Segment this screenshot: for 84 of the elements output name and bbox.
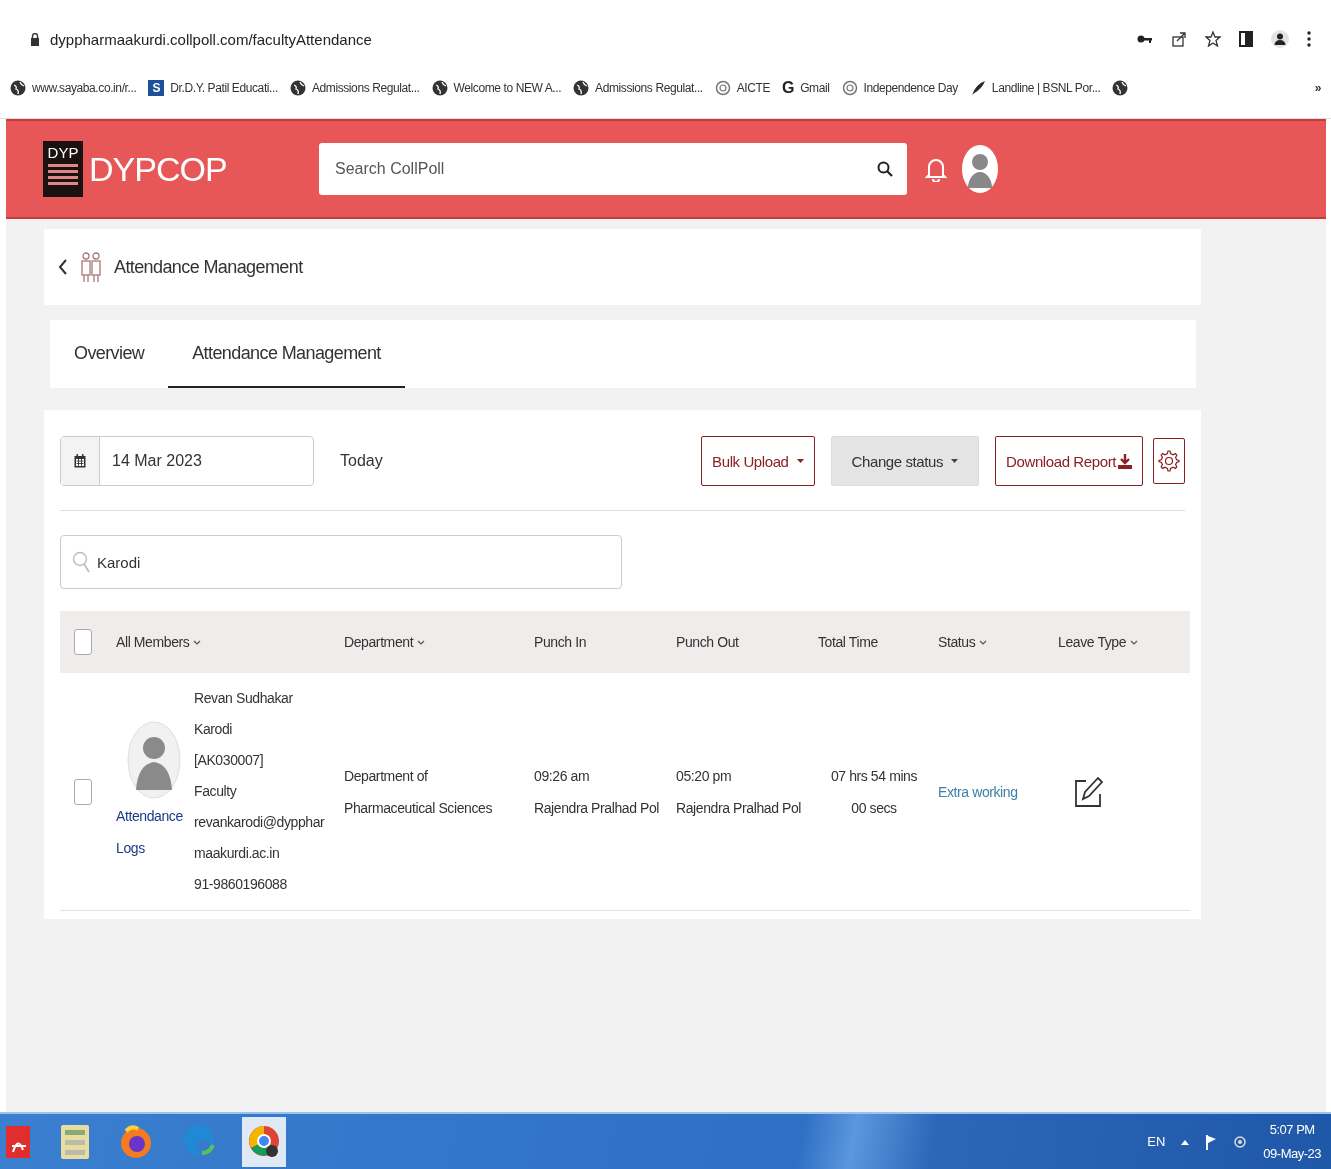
- table-cell-text: Rajendra Pralhad Pol: [676, 798, 803, 818]
- back-chevron-icon[interactable]: [58, 258, 68, 276]
- star-icon[interactable]: [1205, 31, 1221, 47]
- avatar-icon[interactable]: [961, 144, 999, 194]
- table-cell-text: 09:26 am: [534, 766, 591, 786]
- download-icon: [1118, 453, 1132, 469]
- today-label[interactable]: Today: [340, 452, 383, 470]
- emblem-icon[interactable]: [714, 80, 731, 96]
- chevron-down-icon: [1130, 638, 1139, 646]
- column-header: Total Time: [818, 634, 878, 650]
- column-header: Punch In: [534, 634, 587, 650]
- document-app-icon[interactable]: [4, 1123, 32, 1160]
- bookmark-link[interactable]: www.sayaba.co.in/r...: [32, 81, 137, 95]
- more-bookmarks-button[interactable]: »: [1314, 81, 1321, 95]
- key-icon[interactable]: [1137, 34, 1153, 44]
- edit-icon[interactable]: [1074, 775, 1104, 808]
- select-all-checkbox[interactable]: [74, 629, 92, 655]
- row-checkbox[interactable]: [74, 778, 92, 805]
- settings-icon: [1158, 450, 1180, 472]
- search-field[interactable]: Karodi: [60, 535, 622, 589]
- letter-badge-icon[interactable]: S: [148, 80, 165, 96]
- action-button[interactable]: Change status: [830, 436, 980, 486]
- table-cell-text: Department of Pharmaceutical Sciences: [344, 766, 493, 818]
- bookmark-link[interactable]: Independence Day: [863, 81, 958, 95]
- college-logo: DYP: [43, 141, 83, 197]
- bookmark-link[interactable]: Dr.D.Y. Patil Educati...: [170, 81, 278, 95]
- clock[interactable]: 5:07 PM 09-May-23: [1263, 1117, 1321, 1166]
- side-panel-icon[interactable]: [1239, 31, 1253, 47]
- tab[interactable]: Attendance Management: [168, 320, 405, 388]
- bookmark-link[interactable]: Landline | BSNL Por...: [991, 81, 1101, 95]
- settings-button[interactable]: [1153, 438, 1185, 484]
- letter-icon[interactable]: G: [782, 79, 795, 97]
- search-icon: [72, 551, 90, 573]
- feather-icon[interactable]: [969, 80, 986, 96]
- action-button[interactable]: Download Report: [995, 436, 1143, 486]
- caret-icon: [796, 458, 804, 464]
- attendance-logs-link[interactable]: Attendance Logs: [116, 799, 192, 864]
- search-icon[interactable]: [877, 161, 893, 177]
- member-details: Revan Sudhakar Karodi [AK030007] Faculty revankarodi@dyppharmaakurdi.ac.in 91-9860196088: [194, 689, 326, 894]
- chevron-down-icon: [979, 638, 988, 646]
- globe-icon[interactable]: [1112, 80, 1129, 96]
- bell-icon[interactable]: [925, 156, 947, 182]
- bookmark-link[interactable]: Admissions Regulat...: [595, 81, 703, 95]
- emblem-icon[interactable]: [841, 80, 858, 96]
- bookmark-link[interactable]: AICTE: [736, 81, 771, 95]
- page-title: Attendance Management: [114, 256, 303, 278]
- up-arrow-icon[interactable]: [1181, 1138, 1190, 1145]
- chevron-down-icon: [193, 638, 202, 646]
- globe-icon[interactable]: [10, 80, 26, 96]
- date-field[interactable]: 14 Mar 2023: [60, 436, 314, 486]
- attendance-icon: [78, 251, 104, 283]
- table-cell-text: 07 hrs 54 mins 00 secs: [829, 766, 919, 818]
- globe-icon[interactable]: [573, 80, 590, 96]
- column-header[interactable]: Leave Type: [1058, 634, 1139, 650]
- share-icon[interactable]: [1171, 31, 1187, 47]
- column-header: Punch Out: [676, 634, 739, 650]
- more-options-icon[interactable]: [1307, 31, 1311, 47]
- search-bar[interactable]: Search CollPoll: [319, 143, 907, 195]
- profile-icon[interactable]: [1271, 30, 1289, 48]
- bookmark-link[interactable]: Welcome to NEW A...: [453, 81, 562, 95]
- table-cell-text: Rajendra Pralhad Pol: [534, 798, 661, 818]
- language-indicator[interactable]: EN: [1147, 1134, 1166, 1149]
- bookmark-link[interactable]: Admissions Regulat...: [311, 81, 420, 95]
- column-header[interactable]: Status: [938, 634, 988, 650]
- lock-icon: [30, 32, 40, 46]
- address-bar-url[interactable]: dyppharmaakurdi.collpoll.com/facultyAttendance: [50, 30, 1127, 48]
- chevron-down-icon: [417, 638, 426, 646]
- action-button[interactable]: Bulk Upload: [701, 436, 815, 486]
- browser-app-icon[interactable]: [118, 1122, 154, 1161]
- globe-icon[interactable]: [431, 80, 448, 96]
- caret-icon: [951, 458, 959, 464]
- flag-icon[interactable]: [1205, 1133, 1218, 1150]
- tab[interactable]: Overview: [74, 320, 169, 388]
- network-icon[interactable]: [1233, 1133, 1248, 1150]
- brand-name: DYPCOP: [89, 149, 228, 189]
- calendar-icon: [74, 454, 86, 468]
- table-cell-text: 05:20 pm: [676, 766, 733, 786]
- browser-app-icon[interactable]: [242, 1116, 286, 1167]
- avatar-placeholder-icon: [126, 719, 182, 800]
- column-header[interactable]: Department: [344, 634, 426, 650]
- globe-icon[interactable]: [289, 80, 306, 96]
- column-header[interactable]: All Members: [116, 634, 202, 650]
- bookmark-link[interactable]: Gmail: [800, 81, 830, 95]
- status-text: Extra working: [938, 783, 1018, 800]
